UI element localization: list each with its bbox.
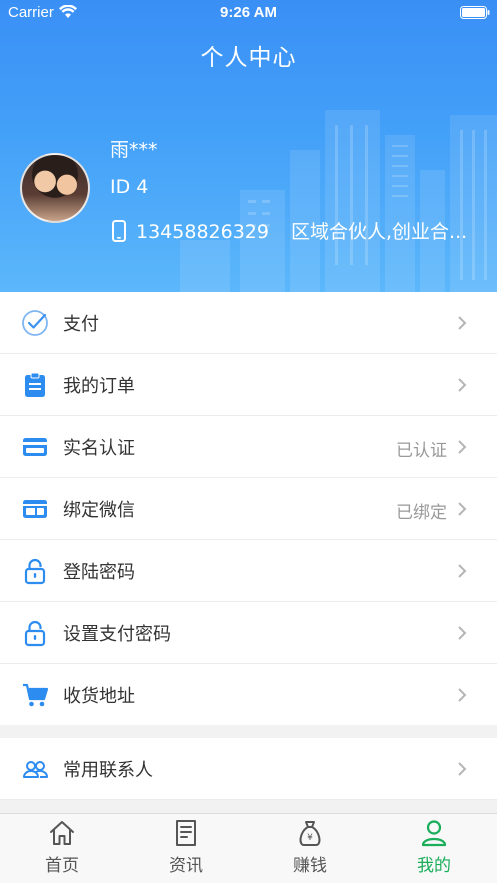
contacts-menu: 常用联系人 — [0, 738, 497, 800]
section-divider — [0, 725, 497, 738]
chevron-right-icon — [458, 762, 467, 776]
menu-item-payment-password[interactable]: 设置支付密码 — [0, 602, 497, 664]
phone-icon — [112, 220, 126, 242]
wechat-bind-status: 已绑定 — [396, 503, 447, 523]
page-title: 个人中心 — [200, 45, 297, 71]
user-phone: 13458826329 — [136, 221, 269, 243]
avatar[interactable] — [20, 153, 90, 223]
person-icon — [421, 820, 447, 847]
lock-icon — [24, 558, 46, 585]
user-name: 雨*** — [110, 139, 158, 161]
home-icon — [50, 821, 74, 845]
window-card-icon — [23, 500, 47, 518]
status-time: 9:26 AM — [220, 4, 277, 21]
settings-menu: 支付 我的订单 实名认证 已认证 绑定微信 已绑定 登陆密码 设置支付密码 收货… — [0, 292, 497, 726]
menu-item-label: 支付 — [63, 314, 99, 335]
menu-item-bind-wechat[interactable]: 绑定微信 已绑定 — [0, 478, 497, 540]
tab-label: 我的 — [417, 856, 451, 876]
menu-item-label: 常用联系人 — [63, 760, 153, 781]
card-icon — [23, 438, 47, 456]
svg-text:¥: ¥ — [307, 833, 313, 843]
clipboard-icon — [25, 372, 45, 397]
chevron-right-icon — [458, 688, 467, 702]
verification-status: 已认证 — [396, 441, 447, 461]
chevron-right-icon — [458, 316, 467, 330]
tab-bar: 首页 资讯 ¥ 赚钱 我的 — [0, 813, 497, 883]
news-icon — [176, 820, 196, 846]
tab-label: 赚钱 — [293, 856, 327, 876]
menu-item-label: 设置支付密码 — [63, 624, 171, 645]
check-circle-icon — [22, 310, 48, 336]
tab-mine[interactable]: 我的 — [372, 814, 496, 883]
menu-item-label: 收货地址 — [63, 686, 135, 707]
tab-label: 资讯 — [169, 856, 203, 876]
menu-item-orders[interactable]: 我的订单 — [0, 354, 497, 416]
lock-icon — [24, 620, 46, 647]
battery-icon — [460, 6, 490, 19]
menu-item-payment[interactable]: 支付 — [0, 292, 497, 354]
tab-news[interactable]: 资讯 — [124, 814, 248, 883]
menu-item-label: 实名认证 — [63, 438, 135, 459]
menu-item-login-password[interactable]: 登陆密码 — [0, 540, 497, 602]
tab-earn[interactable]: ¥ 赚钱 — [248, 814, 372, 883]
menu-item-label: 登陆密码 — [63, 562, 135, 583]
chevron-right-icon — [458, 626, 467, 640]
money-bag-icon: ¥ — [299, 821, 321, 846]
menu-item-contacts[interactable]: 常用联系人 — [0, 738, 497, 800]
chevron-right-icon — [458, 378, 467, 392]
chevron-right-icon — [458, 440, 467, 454]
user-id: ID 4 — [110, 176, 149, 198]
user-contact-row: 13458826329 区域合伙人,创业合... — [112, 217, 492, 244]
tab-home[interactable]: 首页 — [0, 814, 124, 883]
user-role: 区域合伙人,创业合... — [290, 221, 468, 243]
menu-item-label: 绑定微信 — [63, 500, 135, 521]
status-bar: Carrier 9:26 AM — [0, 0, 497, 26]
menu-item-label: 我的订单 — [63, 376, 135, 397]
profile-header: Carrier 9:26 AM 个人中心 雨*** ID 4 134588263… — [0, 0, 497, 292]
profile-screen: Carrier 9:26 AM 个人中心 雨*** ID 4 134588263… — [0, 0, 497, 883]
contacts-icon — [23, 761, 49, 778]
tab-label: 首页 — [45, 856, 79, 876]
menu-item-verification[interactable]: 实名认证 已认证 — [0, 416, 497, 478]
cart-icon — [23, 683, 49, 707]
menu-item-shipping-address[interactable]: 收货地址 — [0, 664, 497, 726]
chevron-right-icon — [458, 564, 467, 578]
chevron-right-icon — [458, 502, 467, 516]
